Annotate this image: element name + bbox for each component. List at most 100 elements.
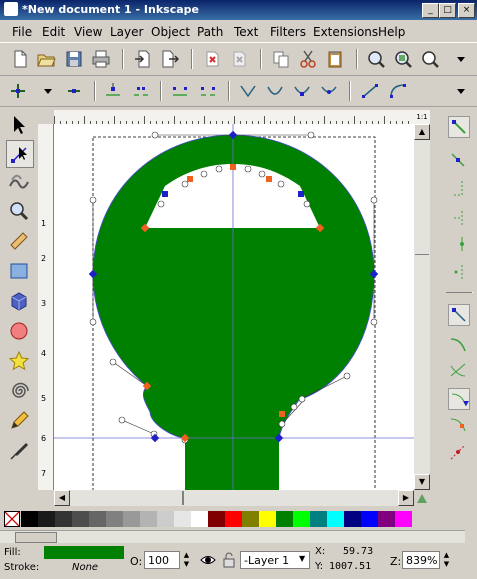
- calligraphy-tool-icon[interactable]: [6, 438, 32, 464]
- color-swatch[interactable]: [361, 511, 378, 527]
- color-swatch[interactable]: [259, 511, 276, 527]
- drawing-canvas[interactable]: [54, 124, 414, 490]
- undo-icon[interactable]: [202, 49, 222, 69]
- color-swatch[interactable]: [310, 511, 327, 527]
- scroll-up-button[interactable]: ▲: [414, 124, 430, 140]
- color-swatch[interactable]: [225, 511, 242, 527]
- scroll-down-button[interactable]: ▼: [414, 474, 430, 490]
- delete-segment-icon[interactable]: [198, 81, 218, 101]
- snap-bbox-edges-icon[interactable]: [448, 178, 468, 198]
- fill-indicator[interactable]: [44, 546, 124, 559]
- chevron-down-icon[interactable]: [38, 81, 58, 101]
- menu-filters[interactable]: Filters: [270, 25, 306, 39]
- segment-curve-icon[interactable]: [388, 81, 408, 101]
- horizontal-scrollbar[interactable]: ◀ ▶: [54, 490, 414, 506]
- break-path-icon[interactable]: [131, 81, 151, 101]
- minimize-button[interactable]: _: [422, 3, 439, 18]
- close-button[interactable]: ×: [458, 3, 475, 18]
- scroll-right-button[interactable]: ▶: [398, 490, 414, 506]
- menu-view[interactable]: View: [74, 25, 102, 39]
- menu-help[interactable]: Help: [378, 25, 405, 39]
- color-swatch[interactable]: [72, 511, 89, 527]
- lock-icon[interactable]: [222, 552, 236, 568]
- color-swatch[interactable]: [344, 511, 361, 527]
- delete-node-icon[interactable]: [64, 81, 84, 101]
- vertical-ruler[interactable]: 1 2 3 4 5 6 7: [38, 124, 54, 490]
- make-symmetric-icon[interactable]: [292, 81, 312, 101]
- star-tool-icon[interactable]: [6, 348, 32, 374]
- zoom-drawing-icon[interactable]: [393, 49, 413, 69]
- export-icon[interactable]: [160, 49, 180, 69]
- color-swatch[interactable]: [191, 511, 208, 527]
- menu-layer[interactable]: Layer: [110, 25, 143, 39]
- save-icon[interactable]: [64, 49, 84, 69]
- menu-edit[interactable]: Edit: [42, 25, 65, 39]
- color-swatch[interactable]: [327, 511, 344, 527]
- make-cusp-icon[interactable]: [238, 81, 258, 101]
- color-swatch[interactable]: [89, 511, 106, 527]
- snap-smooth-nodes-icon[interactable]: [448, 414, 468, 434]
- snap-cusp-nodes-icon[interactable]: [448, 388, 470, 410]
- color-swatch[interactable]: [242, 511, 259, 527]
- spiral-tool-icon[interactable]: [6, 378, 32, 404]
- color-swatch[interactable]: [123, 511, 140, 527]
- make-smooth-icon[interactable]: [265, 81, 285, 101]
- tweak-tool-icon[interactable]: [6, 168, 32, 194]
- zoom-selection-icon[interactable]: [366, 49, 386, 69]
- snap-midpoints-icon[interactable]: [448, 442, 468, 462]
- join-nodes-icon[interactable]: [103, 81, 123, 101]
- snap-toggle-icon[interactable]: [448, 116, 470, 138]
- color-swatch[interactable]: [157, 511, 174, 527]
- snap-bbox-midpoints-icon[interactable]: [448, 234, 468, 254]
- palette-scroll-thumb[interactable]: [15, 532, 57, 543]
- rectangle-tool-icon[interactable]: [6, 258, 32, 284]
- snap-bbox-icon[interactable]: [448, 150, 468, 170]
- color-swatch[interactable]: [395, 511, 412, 527]
- maximize-button[interactable]: □: [439, 3, 456, 18]
- insert-node-icon[interactable]: [8, 81, 28, 101]
- segment-line-icon[interactable]: [360, 81, 380, 101]
- color-swatch[interactable]: [140, 511, 157, 527]
- stroke-indicator[interactable]: None: [72, 562, 98, 573]
- paste-icon[interactable]: [325, 49, 345, 69]
- palette-scrollbar[interactable]: [0, 530, 465, 543]
- horizontal-ruler[interactable]: [54, 110, 414, 125]
- scroll-thumb[interactable]: [415, 254, 429, 261]
- zoom-page-icon[interactable]: [420, 49, 440, 69]
- 3d-box-tool-icon[interactable]: [6, 288, 32, 314]
- menu-file[interactable]: File: [12, 25, 32, 39]
- vertical-scrollbar[interactable]: ▲ ▼: [414, 124, 430, 490]
- eye-icon[interactable]: [200, 552, 216, 568]
- open-icon[interactable]: [36, 49, 56, 69]
- pencil-tool-icon[interactable]: [6, 408, 32, 434]
- scroll-thumb[interactable]: [182, 491, 184, 505]
- color-swatch[interactable]: [106, 511, 123, 527]
- more-icon[interactable]: [451, 49, 471, 69]
- snap-bbox-corners-icon[interactable]: [448, 208, 468, 228]
- selector-tool-icon[interactable]: [6, 112, 32, 138]
- color-swatch[interactable]: [293, 511, 310, 527]
- cut-icon[interactable]: [298, 49, 318, 69]
- make-auto-smooth-icon[interactable]: [319, 81, 339, 101]
- zoom-field[interactable]: 839%: [402, 551, 440, 569]
- color-swatch[interactable]: [378, 511, 395, 527]
- menu-extensions[interactable]: Extensions: [313, 25, 378, 39]
- menu-path[interactable]: Path: [197, 25, 223, 39]
- ellipse-tool-icon[interactable]: [6, 318, 32, 344]
- snap-bbox-center-icon[interactable]: [448, 262, 468, 282]
- opacity-field[interactable]: 100: [144, 551, 180, 569]
- chevron-down-icon[interactable]: [451, 81, 471, 101]
- zoom-tool-icon[interactable]: [6, 198, 32, 224]
- measure-tool-icon[interactable]: [6, 228, 32, 254]
- color-swatch[interactable]: [276, 511, 293, 527]
- scroll-left-button[interactable]: ◀: [54, 490, 70, 506]
- zoom-1to1-button[interactable]: 1:1: [414, 110, 430, 124]
- zoom-spinner[interactable]: ▲ ▼: [441, 551, 452, 569]
- import-icon[interactable]: [133, 49, 153, 69]
- menu-object[interactable]: Object: [151, 25, 190, 39]
- join-segment-icon[interactable]: [170, 81, 190, 101]
- redo-icon[interactable]: [229, 49, 249, 69]
- node-tool-icon[interactable]: [6, 140, 34, 168]
- print-icon[interactable]: [91, 49, 111, 69]
- menu-text[interactable]: Text: [234, 25, 258, 39]
